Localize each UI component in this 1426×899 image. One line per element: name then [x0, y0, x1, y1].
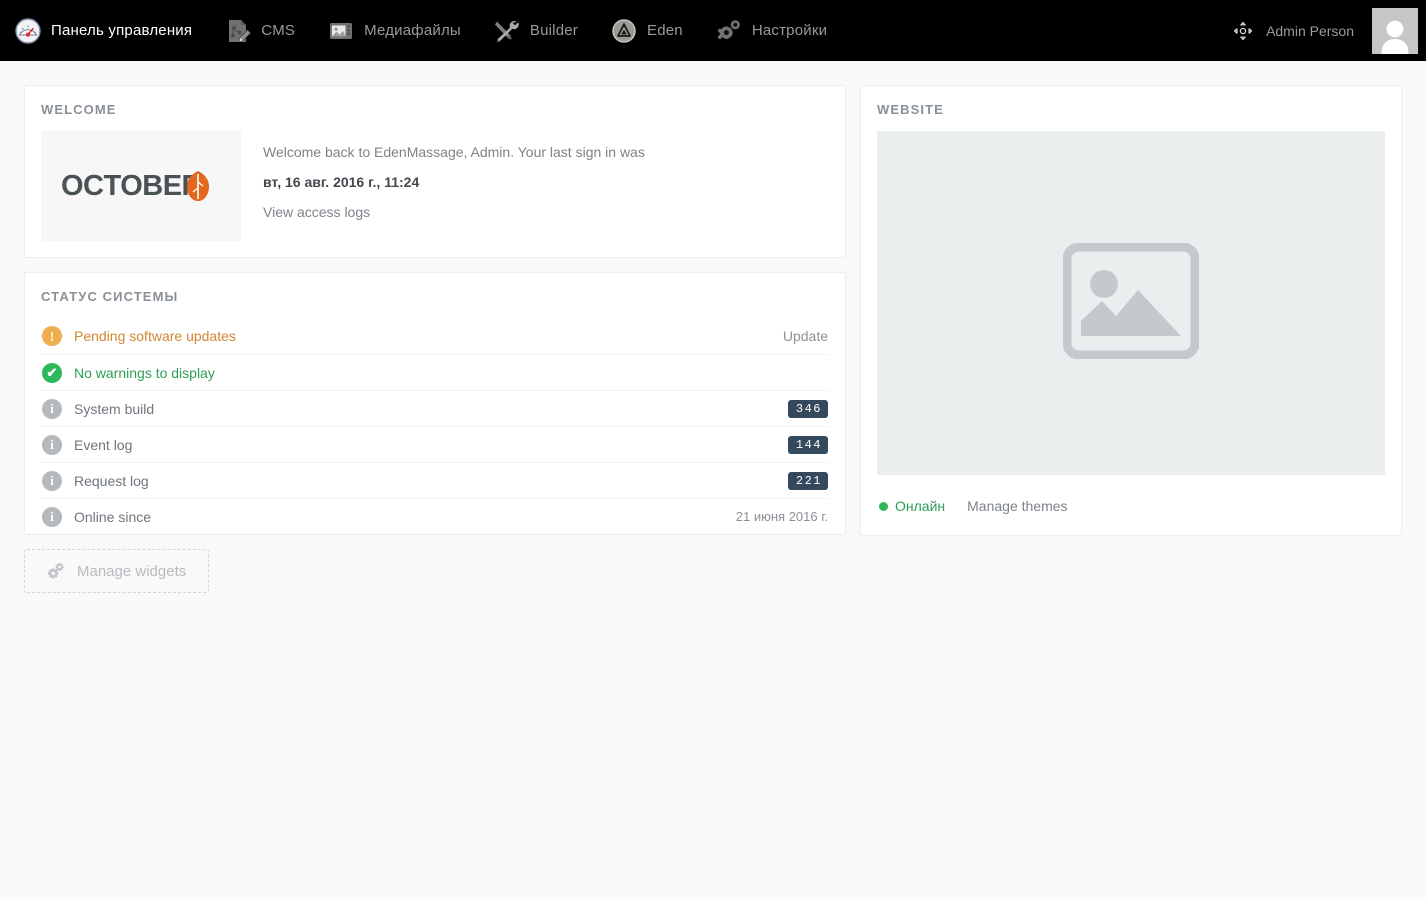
status-row-badge: 346 — [787, 399, 828, 418]
status-row-label: Online since — [74, 508, 152, 525]
info-icon: i — [42, 506, 62, 527]
svg-text:OCTOBER: OCTOBER — [61, 170, 203, 202]
main-menu: Панель управления CMS Медиафайлы Builder… — [14, 0, 859, 61]
manage-widgets-label: Manage widgets — [77, 562, 187, 580]
status-row-badge: 221 — [787, 471, 828, 490]
system-status-widget: СТАТУС СИСТЕМЫ ! Pending software updates… — [24, 272, 846, 535]
system-status-list: ! Pending software updates Update ✔ No warni… — [41, 318, 829, 534]
nav-label-media: Медиафайлы — [364, 22, 461, 39]
nav-item-eden[interactable]: Eden — [610, 0, 697, 61]
website-widget: WEBSITE Онлайн Manage themes — [860, 85, 1402, 536]
october-logo-box: OCTOBER — [41, 131, 241, 241]
manage-widgets-button[interactable]: Manage widgets — [24, 549, 210, 593]
dashboard-page: WELCOME OCTOBER Welcome back to EdenMass… — [0, 61, 1426, 617]
info-icon: i — [42, 398, 62, 419]
left-column: WELCOME OCTOBER Welcome back to EdenMass… — [24, 85, 846, 593]
right-column: WEBSITE Онлайн Manage themes — [860, 85, 1402, 593]
online-status-label: Онлайн — [895, 498, 946, 514]
nav-label-dashboard: Панель управления — [51, 22, 193, 39]
status-row: i Request log 221 — [41, 462, 829, 498]
builder-tools-icon — [493, 17, 521, 45]
status-row: i System build 346 — [41, 390, 829, 426]
status-row-action[interactable]: Update — [783, 328, 828, 344]
welcome-text-block: Welcome back to EdenMassage, Admin. Your… — [241, 131, 645, 227]
status-row-value: 21 июня 2016 г. — [735, 509, 828, 524]
welcome-widget: WELCOME OCTOBER Welcome back to EdenMass… — [24, 85, 846, 258]
status-row-label: No warnings to display — [74, 364, 215, 381]
website-preview[interactable] — [877, 131, 1385, 475]
status-row: ✔ No warnings to display — [41, 354, 829, 390]
avatar[interactable] — [1372, 7, 1418, 54]
welcome-title: WELCOME — [41, 102, 117, 117]
cogs-icon — [47, 562, 65, 580]
online-status-dot — [879, 501, 888, 511]
eden-circle-triangle-icon — [610, 17, 638, 45]
nav-user-name[interactable]: Admin Person — [1266, 23, 1354, 39]
nav-item-settings[interactable]: Настройки — [715, 0, 841, 61]
nav-label-builder: Builder — [529, 22, 578, 39]
status-row-label: Event log — [74, 436, 133, 453]
status-row-badge: 144 — [787, 435, 828, 454]
info-icon: i — [42, 434, 62, 455]
top-navigation-bar: Панель управления CMS Медиафайлы Builder… — [0, 0, 1426, 61]
cms-page-pencil-icon — [224, 17, 252, 45]
view-access-logs-link[interactable]: View access logs — [263, 204, 370, 220]
nav-right-section: Admin Person — [1232, 0, 1426, 61]
status-row: ! Pending software updates Update — [41, 318, 829, 354]
status-row: i Online since 21 июня 2016 г. — [41, 498, 829, 534]
status-row-label: System build — [74, 400, 155, 417]
nav-item-cms[interactable]: CMS — [224, 0, 309, 61]
info-icon: i — [42, 470, 62, 491]
october-logo-icon: OCTOBER — [61, 170, 209, 202]
status-row: i Event log 144 — [41, 426, 829, 462]
status-row-label: Pending software updates — [74, 328, 236, 344]
move-arrows-icon[interactable] — [1232, 20, 1254, 42]
media-camera-icon — [327, 17, 355, 45]
welcome-message: Welcome back to EdenMassage, Admin. Your… — [263, 144, 645, 160]
nav-label-cms: CMS — [261, 22, 296, 39]
nav-item-dashboard[interactable]: Панель управления — [14, 0, 206, 61]
manage-themes-link[interactable]: Manage themes — [967, 491, 1067, 521]
welcome-body: OCTOBER Welcome back to EdenMassage, Adm… — [41, 131, 829, 241]
dashboard-gauge-icon — [14, 17, 42, 45]
check-icon: ✔ — [42, 362, 62, 383]
nav-label-settings: Настройки — [751, 22, 828, 39]
status-row-label: Request log — [74, 472, 149, 489]
website-title: WEBSITE — [877, 102, 944, 117]
settings-gears-icon — [715, 17, 743, 45]
nav-label-eden: Eden — [646, 22, 683, 39]
nav-item-builder[interactable]: Builder — [493, 0, 592, 61]
nav-item-media[interactable]: Медиафайлы — [327, 0, 475, 61]
image-placeholder-icon — [1062, 242, 1200, 364]
system-status-title: СТАТУС СИСТЕМЫ — [41, 289, 179, 304]
warning-icon: ! — [42, 326, 62, 346]
user-avatar-icon — [1381, 20, 1409, 54]
website-footer: Онлайн Manage themes — [877, 491, 1385, 521]
last-signin-date: вт, 16 авг. 2016 г., 11:24 — [263, 174, 420, 190]
